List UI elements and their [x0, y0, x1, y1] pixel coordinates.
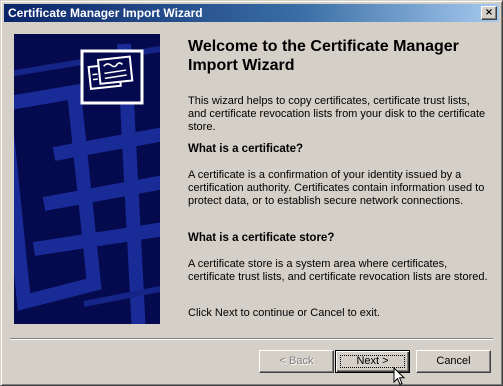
back-button[interactable]: < Back: [259, 350, 334, 373]
window-title: Certificate Manager Import Wizard: [8, 6, 203, 20]
footer-instructions: Click Next to continue or Cancel to exit…: [188, 307, 380, 319]
certificate-icon: [80, 49, 144, 105]
button-divider: [10, 338, 493, 340]
back-button-label: < Back: [279, 355, 314, 367]
cancel-button[interactable]: Cancel: [416, 350, 491, 373]
close-button[interactable]: ×: [481, 6, 497, 20]
section-body-certificate-store: A certificate store is a system area whe…: [188, 258, 488, 283]
title-bar[interactable]: Certificate Manager Import Wizard ×: [4, 4, 499, 22]
close-icon: ×: [484, 7, 494, 18]
cancel-button-label: Cancel: [436, 355, 471, 367]
next-button-label: Next >: [356, 355, 389, 367]
wizard-side-banner: [14, 34, 160, 324]
section-title-certificate-store: What is a certificate store?: [188, 232, 335, 244]
section-body-certificate: A certificate is a confirmation of your …: [188, 169, 485, 207]
arrow-cursor-icon: [393, 367, 406, 386]
wizard-window: Certificate Manager Import Wizard × Welc…: [0, 0, 503, 386]
banner-graphic: [14, 34, 160, 324]
section-title-certificate: What is a certificate?: [188, 143, 304, 155]
intro-text: This wizard helps to copy certificates, …: [188, 95, 486, 133]
wizard-heading: Welcome to the Certificate Manager Impor…: [188, 38, 459, 74]
